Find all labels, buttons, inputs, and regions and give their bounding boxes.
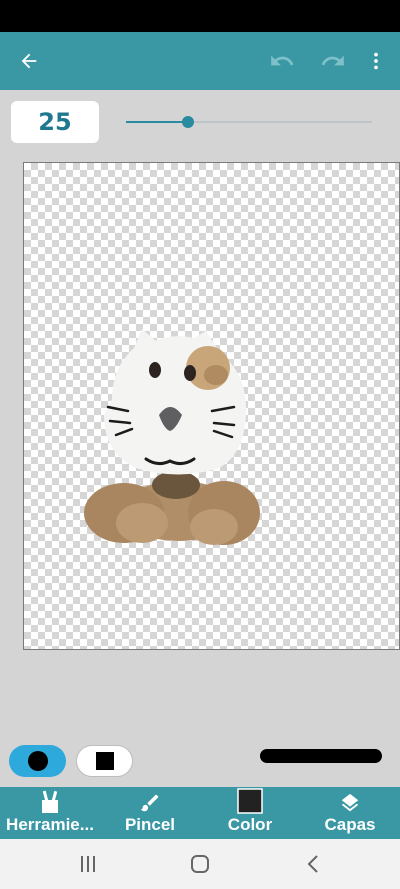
tab-layers-label: Capas (324, 815, 376, 834)
undo-button[interactable] (258, 32, 306, 90)
square-brush-icon (95, 752, 114, 770)
tab-brush[interactable]: Pincel (100, 787, 200, 839)
tools-icon (39, 788, 61, 814)
tab-layers[interactable]: Capas (300, 787, 400, 839)
back-button[interactable] (5, 32, 53, 90)
brush-size-value[interactable]: 25 (11, 101, 99, 143)
tab-brush-label: Pincel (124, 815, 176, 834)
undo-icon (271, 55, 294, 66)
bottom-toolbar: Herramie... Pincel Color Capas (0, 787, 400, 839)
home-icon (191, 855, 209, 873)
tab-tools-label: Herramie... (6, 815, 94, 834)
layers-icon (339, 788, 361, 814)
brush-preview-bar (260, 749, 382, 763)
drawing-canvas[interactable] (23, 162, 400, 650)
more-options-button[interactable] (352, 32, 400, 90)
redo-button[interactable] (309, 32, 357, 90)
app-bar (0, 32, 400, 90)
nav-back-button[interactable] (283, 839, 343, 889)
color-swatch-icon (237, 788, 263, 814)
nav-back-icon (307, 855, 318, 873)
redo-icon (321, 55, 344, 66)
brush-icon (139, 788, 161, 814)
brush-size-slider[interactable] (126, 112, 372, 132)
recents-button[interactable] (58, 839, 118, 889)
tab-color-label: Color (227, 815, 273, 834)
slider-thumb[interactable] (181, 116, 194, 128)
tab-color[interactable]: Color (200, 787, 300, 839)
tab-tools[interactable]: Herramie... (0, 787, 100, 839)
slider-fill (126, 121, 188, 123)
more-vert-icon (374, 52, 378, 70)
home-button[interactable] (170, 839, 230, 889)
status-bar (0, 0, 400, 32)
system-nav-bar (0, 839, 400, 889)
recents-icon (81, 856, 95, 872)
arrow-left-icon (21, 53, 37, 69)
erase-mode-button[interactable] (76, 745, 133, 777)
circle-brush-icon (27, 751, 48, 771)
plush-toy-image (84, 329, 260, 545)
draw-mode-button[interactable] (9, 745, 66, 777)
